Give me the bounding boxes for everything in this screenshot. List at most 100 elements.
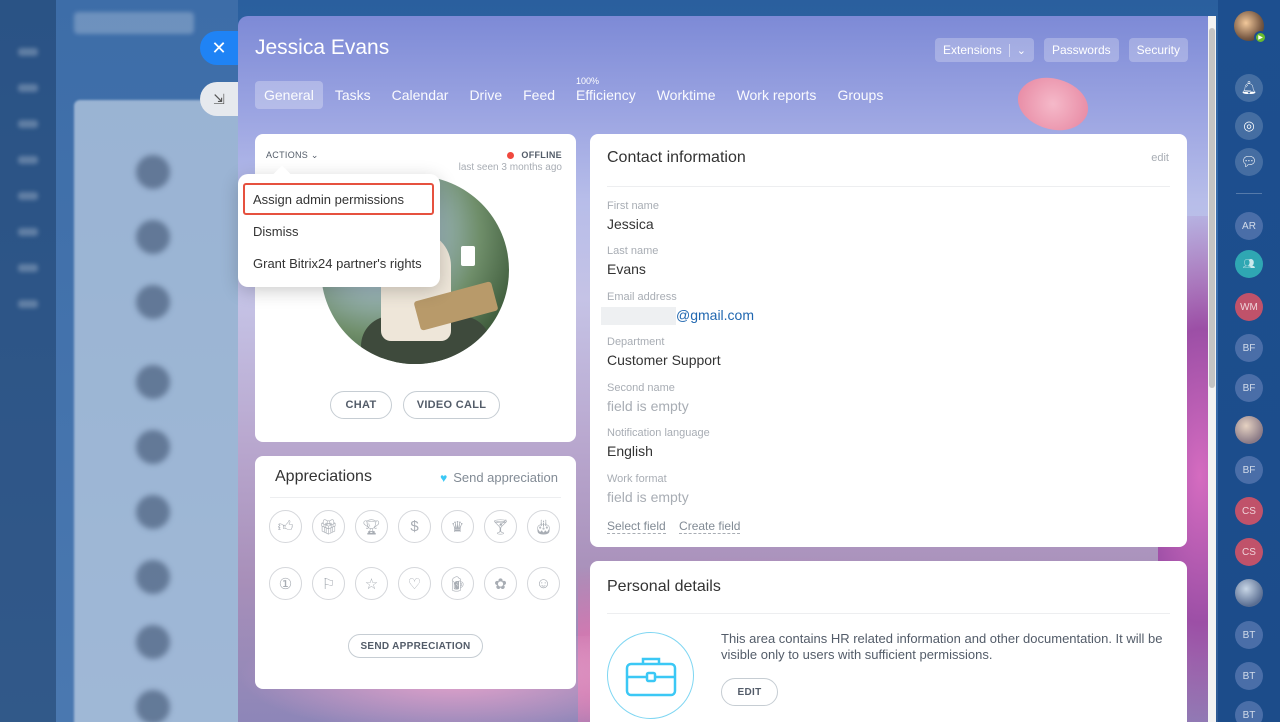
divider	[270, 497, 561, 498]
recent-user-avatar[interactable]: BT	[1235, 701, 1263, 722]
divider	[607, 613, 1170, 614]
background-avatar	[136, 155, 170, 189]
field-value: Jessica	[607, 216, 654, 232]
cake-icon[interactable]: 🎂︎	[527, 510, 560, 543]
menu-item-dismiss[interactable]: Dismiss	[238, 215, 440, 247]
background-avatar	[136, 430, 170, 464]
employee-profile-slider: Jessica Evans Extensions ⌄ Passwords Sec…	[238, 16, 1216, 722]
scrollbar-thumb[interactable]	[1209, 28, 1215, 388]
field-label: Second name	[607, 382, 675, 394]
send-appreciation-button[interactable]: SEND APPRECIATION	[348, 634, 483, 658]
page-title: Jessica Evans	[255, 36, 390, 59]
gift-icon[interactable]: 🎁︎	[312, 510, 345, 543]
current-user-avatar[interactable]: ▶	[1234, 11, 1267, 44]
recent-user-avatar[interactable]: BF	[1235, 374, 1263, 402]
thumbs-up-icon[interactable]: 👍︎	[269, 510, 302, 543]
recent-user-photo[interactable]	[1235, 416, 1263, 444]
avatar-shape	[461, 246, 475, 266]
profile-tabs: General Tasks Calendar Drive Feed 100% E…	[255, 76, 895, 109]
select-field-link[interactable]: Select field	[607, 519, 666, 534]
tab-feed[interactable]: Feed	[514, 81, 564, 109]
trophy-icon[interactable]: 🏆︎	[355, 510, 388, 543]
tab-worktime[interactable]: Worktime	[648, 81, 725, 109]
flower-icon[interactable]: ✿	[484, 567, 517, 600]
chat-button[interactable]: CHAT	[330, 391, 392, 419]
chevron-down-icon[interactable]: ⌄	[1008, 43, 1026, 57]
field-label: Work format	[607, 473, 667, 485]
actions-label: ACTIONS	[266, 150, 309, 160]
right-sidebar: ▶ 🔔︎ ◎ 💬︎ AR 👥︎ WM BF BF BF CS CS BT BT …	[1218, 0, 1280, 722]
security-button[interactable]: Security	[1128, 38, 1188, 62]
recent-user-avatar[interactable]: BT	[1235, 621, 1263, 649]
video-call-button[interactable]: VIDEO CALL	[403, 391, 500, 419]
heart-icon[interactable]: ♡	[398, 567, 431, 600]
personal-details-text: This area contains HR related informatio…	[721, 631, 1163, 662]
recent-user-avatar[interactable]: BT	[1235, 662, 1263, 690]
passwords-button[interactable]: Passwords	[1043, 38, 1119, 62]
tab-drive[interactable]: Drive	[460, 81, 511, 109]
slider-scrollbar[interactable]	[1208, 16, 1216, 722]
tab-general[interactable]: General	[255, 81, 323, 109]
chat-icon[interactable]: 💬︎	[1235, 148, 1263, 176]
field-value: English	[607, 443, 653, 459]
tab-efficiency-label: Efficiency	[576, 87, 636, 103]
edit-link[interactable]: edit	[1151, 152, 1169, 164]
recent-user-avatar[interactable]: BF	[1235, 334, 1263, 362]
create-field-link[interactable]: Create field	[679, 519, 741, 534]
extensions-label: Extensions	[943, 43, 1002, 57]
field-value: Evans	[607, 261, 646, 277]
background-title	[74, 12, 194, 34]
bell-icon[interactable]: 🔔︎	[1235, 74, 1263, 102]
close-slider-button[interactable]: ✕	[200, 31, 238, 65]
appreciations-title: Appreciations	[275, 468, 372, 485]
background-petal	[1009, 63, 1097, 145]
tab-tasks[interactable]: Tasks	[326, 81, 380, 109]
money-bag-icon[interactable]: $	[398, 510, 431, 543]
recent-user-avatar[interactable]: BF	[1235, 456, 1263, 484]
background-avatar	[136, 625, 170, 659]
background-menu-icon	[18, 84, 38, 92]
copilot-icon[interactable]: ◎	[1235, 112, 1263, 140]
status-text: OFFLINE	[521, 150, 562, 160]
cocktail-icon[interactable]: 🍸︎	[484, 510, 517, 543]
tab-groups[interactable]: Groups	[828, 81, 892, 109]
send-appreciation-link[interactable]: ♥ Send appreciation	[440, 470, 558, 485]
menu-item-assign-admin[interactable]: Assign admin permissions	[243, 183, 434, 215]
star-icon[interactable]: ☆	[355, 567, 388, 600]
field-label: Last name	[607, 245, 659, 257]
recent-user-avatar[interactable]: CS	[1235, 538, 1263, 566]
field-email: Email address @gmail.com	[601, 291, 755, 326]
email-value[interactable]: @gmail.com	[601, 307, 755, 326]
recent-user-avatar[interactable]: AR	[1235, 212, 1263, 240]
extensions-button[interactable]: Extensions ⌄	[935, 38, 1034, 62]
tab-work-reports[interactable]: Work reports	[728, 81, 826, 109]
background-avatar	[136, 285, 170, 319]
minimize-slider-button[interactable]: ⇲	[200, 82, 238, 116]
recent-user-avatar[interactable]: WM	[1235, 293, 1263, 321]
actions-dropdown[interactable]: ACTIONS ⌄	[266, 150, 319, 161]
background-avatar	[136, 220, 170, 254]
tab-efficiency[interactable]: 100% Efficiency	[567, 76, 645, 109]
background-menu-icon	[18, 120, 38, 128]
divider	[1236, 193, 1262, 194]
flag-icon[interactable]: ⚐	[312, 567, 345, 600]
background-avatar	[136, 690, 170, 722]
edit-button[interactable]: EDIT	[721, 678, 778, 706]
group-icon[interactable]: 👥︎	[1235, 250, 1263, 278]
field-label: Notification language	[607, 427, 710, 439]
email-domain: @gmail.com	[676, 307, 755, 323]
beer-icon[interactable]: 🍺︎	[441, 567, 474, 600]
crown-icon[interactable]: ♛	[441, 510, 474, 543]
tab-calendar[interactable]: Calendar	[383, 81, 458, 109]
card-title: Personal details	[607, 578, 721, 595]
actions-menu: Assign admin permissions Dismiss Grant B…	[238, 174, 440, 287]
background-menu-icon	[18, 264, 38, 272]
menu-item-grant-partner-rights[interactable]: Grant Bitrix24 partner's rights	[238, 247, 440, 279]
recent-user-photo[interactable]	[1235, 579, 1263, 607]
recent-user-avatar[interactable]: CS	[1235, 497, 1263, 525]
redacted-mask	[601, 307, 676, 326]
chevron-down-icon: ⌄	[310, 150, 319, 160]
field-second-name: Second name field is empty	[607, 382, 689, 414]
smile-icon[interactable]: ☺	[527, 567, 560, 600]
number-one-icon[interactable]: ①	[269, 567, 302, 600]
